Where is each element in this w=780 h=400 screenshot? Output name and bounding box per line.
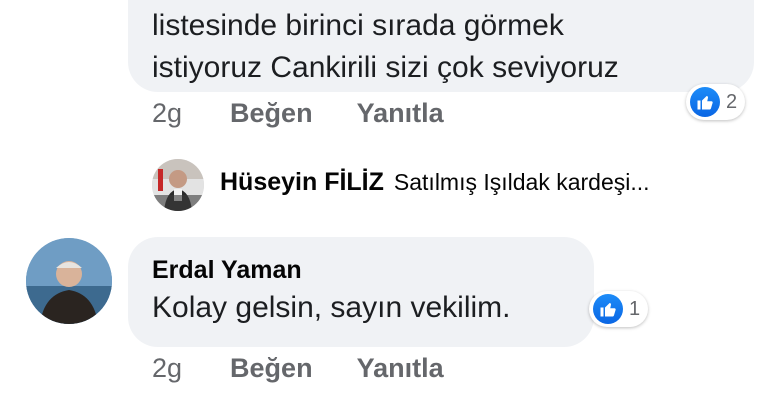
like-button[interactable]: Beğen: [230, 98, 313, 129]
comment-actions: 2g Beğen Yanıtla: [152, 98, 444, 129]
comment-actions: 2g Beğen Yanıtla: [152, 353, 444, 384]
reaction-summary[interactable]: 1: [589, 291, 649, 327]
reply-snippet: Satılmış Işıldak kardeşi...: [393, 169, 650, 195]
reply-button[interactable]: Yanıtla: [357, 98, 444, 129]
comment-bubble: Erdal Yaman Kolay gelsin, sayın vekilim.: [128, 237, 594, 347]
avatar[interactable]: [152, 159, 204, 211]
reply-author[interactable]: Hüseyin FİLİZ: [220, 168, 384, 197]
thumbs-up-icon: [690, 87, 720, 117]
comment-bubble: listesinde birinci sırada görmek istiyor…: [128, 0, 754, 92]
like-button[interactable]: Beğen: [230, 353, 313, 384]
thumbs-up-icon: [593, 294, 623, 324]
comment-text: Kolay gelsin, sayın vekilim.: [152, 291, 511, 324]
reply-preview[interactable]: Hüseyin FİLİZ Satılmış Işıldak kardeşi..…: [220, 168, 650, 197]
comment-author[interactable]: Erdal Yaman: [152, 256, 302, 285]
reaction-count: 2: [726, 90, 738, 113]
comment-timestamp[interactable]: 2g: [152, 98, 182, 129]
reaction-count: 1: [629, 297, 641, 320]
comment-timestamp[interactable]: 2g: [152, 353, 182, 384]
comment-text: listesinde birinci sırada görmek istiyor…: [152, 9, 619, 84]
reaction-summary[interactable]: 2: [686, 84, 746, 120]
reply-button[interactable]: Yanıtla: [357, 353, 444, 384]
avatar[interactable]: [26, 238, 112, 324]
